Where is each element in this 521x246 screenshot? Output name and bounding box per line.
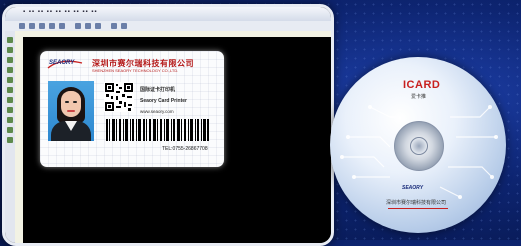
rail-icon[interactable] <box>7 87 13 93</box>
tool-icon[interactable] <box>85 23 91 29</box>
rail-icon[interactable] <box>7 97 13 103</box>
company-name-en: SHENZHEN SEAORY TECHNOLOGY CO.,LTD. <box>92 68 179 73</box>
telephone-text: TEL:0755-26867708 <box>162 146 208 152</box>
rail-icon[interactable] <box>7 107 13 113</box>
cd-brand-subtitle: 爱卡推 <box>411 94 427 100</box>
barcode-icon <box>106 119 209 141</box>
product-name-cn: 国际证卡打印机 <box>140 87 176 93</box>
rail-icon[interactable] <box>7 77 13 83</box>
menu-items[interactable]: ▪ ▪▪ ▪▪ ▪▪ ▪▪ ▪▪ ▪▪ ▪▪ ▪▪ <box>23 9 98 15</box>
tool-icon[interactable] <box>49 23 55 29</box>
card-logo-text: SEAORY <box>49 60 75 66</box>
tool-icon[interactable] <box>111 23 117 29</box>
tool-icon[interactable] <box>19 23 25 29</box>
tool-icon[interactable] <box>121 23 127 29</box>
qr-code-icon <box>104 82 134 112</box>
cd-brand-logo: ICARD <box>403 79 441 91</box>
software-cd-disc: ICARD 爱卡推 SEAORY 深圳市赛尔瑞科技有限公司 <box>330 57 506 233</box>
product-name-en: Seaory Card Printer <box>140 98 187 104</box>
cd-divider <box>388 208 448 209</box>
tool-icon[interactable] <box>75 23 81 29</box>
tool-icon[interactable] <box>29 23 35 29</box>
rail-icon[interactable] <box>7 117 13 123</box>
rail-icon[interactable] <box>7 47 13 53</box>
tool-icon[interactable] <box>39 23 45 29</box>
menu-bar: ▪ ▪▪ ▪▪ ▪▪ ▪▪ ▪▪ ▪▪ ▪▪ ▪▪ <box>5 7 331 22</box>
rail-icon[interactable] <box>7 67 13 73</box>
portrait-photo <box>48 81 94 141</box>
tool-icon[interactable] <box>95 23 101 29</box>
rail-icon[interactable] <box>7 57 13 63</box>
website-text: www.seaory.com <box>140 109 174 114</box>
tool-icon[interactable] <box>59 23 65 29</box>
rail-icon[interactable] <box>7 127 13 133</box>
rail-icon[interactable] <box>7 137 13 143</box>
software-window: ▪ ▪▪ ▪▪ ▪▪ ▪▪ ▪▪ ▪▪ ▪▪ ▪▪ SEAORY 深圳市赛尔瑞科… <box>2 4 334 246</box>
cd-company-logo: SEAORY <box>402 185 424 191</box>
id-card-preview[interactable]: SEAORY 深圳市赛尔瑞科技有限公司 SHENZHEN SEAORY TECH… <box>40 51 224 167</box>
rail-icon[interactable] <box>7 37 13 43</box>
cd-center-hole <box>410 137 428 155</box>
cd-company-name: 深圳市赛尔瑞科技有限公司 <box>386 200 447 206</box>
